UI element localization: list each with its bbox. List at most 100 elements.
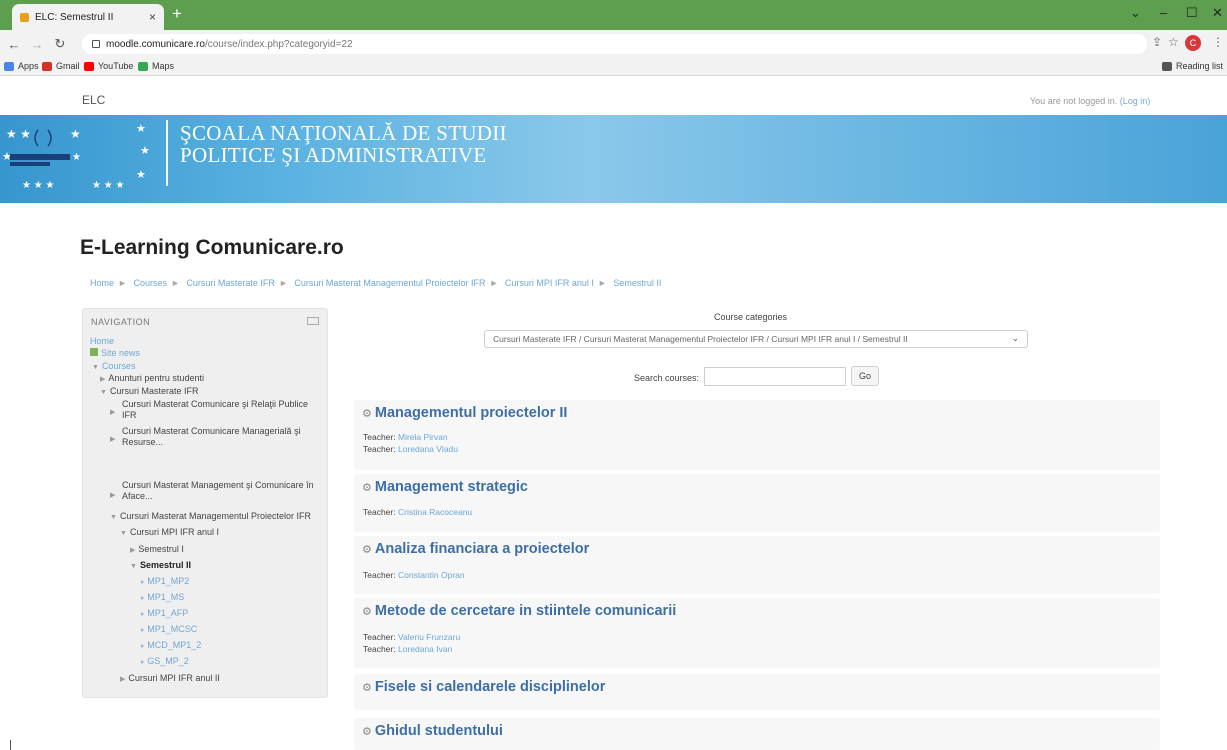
page-title: E-Learning Comunicare.ro (80, 236, 344, 259)
bookmark-star-icon[interactable]: ☆ (1168, 35, 1179, 49)
course-bullet-icon: ● (140, 595, 145, 602)
course-bullet-icon: ● (140, 627, 145, 634)
login-info: You are not logged in. (Log in) (1030, 96, 1151, 106)
address-bar[interactable]: moodle.comunicare.ro/course/index.php?ca… (82, 34, 1147, 54)
course-info-icon: ⚙ (362, 726, 372, 738)
course-bullet-icon: ● (140, 659, 145, 666)
expanded-icon: ▼ (110, 514, 117, 521)
course-title-link[interactable]: ⚙ Metode de cercetare in stiintele comuni… (362, 603, 676, 619)
collapsed-icon: ▶ (130, 547, 136, 554)
search-courses-input[interactable] (704, 367, 846, 386)
teacher-link[interactable]: Cristina Racoceanu (398, 507, 472, 517)
profile-avatar[interactable]: C (1185, 35, 1201, 51)
share-icon[interactable]: ⇪ (1152, 35, 1162, 49)
browser-tab[interactable]: ELC: Semestrul II × (12, 4, 164, 30)
course-box: ⚙ Managementul proiectelor II Teacher: Mi… (354, 400, 1160, 470)
course-categories-select[interactable]: Cursuri Masterate IFR / Cursuri Masterat… (484, 330, 1028, 348)
course-title-link[interactable]: ⚙ Fisele si calendarele disciplinelor (362, 679, 605, 695)
teacher-link[interactable]: Loredana Ivan (398, 644, 452, 654)
url-host: moodle.comunicare.ro (106, 38, 205, 50)
svg-text:★: ★ (140, 145, 150, 157)
nav-course-item[interactable]: ● MP1_AFP (140, 608, 188, 620)
course-info-icon: ⚙ (362, 682, 372, 694)
close-tab-icon[interactable]: × (149, 10, 156, 24)
nav-mca[interactable]: Cursuri Masterat Management şi Comunicar… (122, 480, 314, 502)
menu-kebab-icon[interactable]: ⋮ (1212, 35, 1224, 49)
course-box: ⚙ Ghidul studentului (354, 718, 1160, 750)
course-title-link[interactable]: ⚙ Ghidul studentului (362, 723, 503, 739)
course-teacher: Teacher: Loredana Vladu (363, 444, 459, 454)
course-bullet-icon: ● (140, 611, 145, 618)
course-info-icon: ⚙ (362, 408, 372, 420)
bookmark-maps[interactable]: Maps (138, 61, 174, 71)
bookmark-youtube[interactable]: YouTube (84, 61, 133, 71)
nav-course-item[interactable]: ● MCD_MP1_2 (140, 640, 201, 652)
breadcrumb-courses[interactable]: Courses (133, 278, 167, 288)
back-icon[interactable]: ← (5, 37, 23, 52)
teacher-link[interactable]: Valeriu Frunzaru (398, 632, 460, 642)
nav-course-item[interactable]: ● GS_MP_2 (140, 656, 189, 668)
course-teacher: Teacher: Valeriu Frunzaru (363, 632, 461, 642)
minimize-icon[interactable]: – (1160, 6, 1167, 20)
reload-icon[interactable]: ↻ (51, 36, 69, 52)
reading-list[interactable]: Reading list (1162, 61, 1223, 71)
login-link[interactable]: (Log in) (1120, 96, 1151, 106)
reading-list-icon (1162, 61, 1172, 71)
nav-home[interactable]: Home (90, 336, 114, 347)
nav-course-item[interactable]: ● MP1_MCSC (140, 624, 197, 636)
breadcrumb-masterate[interactable]: Cursuri Masterate IFR (186, 278, 275, 288)
nav-mpi-anul1[interactable]: ▼ Cursuri MPI IFR anul I (120, 527, 219, 539)
teacher-link[interactable]: Mirela Pirvan (398, 432, 448, 442)
bookmark-apps[interactable]: Apps (4, 61, 39, 71)
course-bullet-icon: ● (140, 579, 145, 586)
course-box: ⚙ Management strategic Teacher: Cristina … (354, 474, 1160, 532)
site-shortname[interactable]: ELC (82, 93, 105, 107)
nav-site-news[interactable]: Site news (90, 348, 140, 359)
navigation-block: NAVIGATION Home Site news ▼ Courses ▶ Anun… (82, 308, 328, 698)
nav-sem2[interactable]: ▼ Semestrul II (130, 560, 191, 572)
course-info-icon: ⚙ (362, 482, 372, 494)
favicon-icon (20, 12, 29, 22)
nav-sem1[interactable]: ▶ Semestrul I (130, 544, 184, 556)
course-teacher: Teacher: Loredana Ivan (363, 644, 453, 654)
course-title-link[interactable]: ⚙ Management strategic (362, 479, 528, 495)
navigation-heading: NAVIGATION (91, 317, 151, 327)
course-categories-label: Course categories (714, 312, 788, 322)
nav-mpi-anul2[interactable]: ▶ Cursuri MPI IFR anul II (120, 673, 220, 685)
course-bullet-icon: ● (140, 643, 145, 650)
browser-toolbar: ← → ↻ moodle.comunicare.ro/course/index.… (0, 30, 1227, 58)
teacher-link[interactable]: Loredana Vladu (398, 444, 458, 454)
svg-text:★ ★: ★ ★ (6, 127, 31, 141)
breadcrumb-anul1[interactable]: Cursuri MPI IFR anul I (505, 278, 594, 288)
nav-course-item[interactable]: ● MP1_MP2 (140, 576, 189, 588)
nav-masterate[interactable]: ▼ Cursuri Masterate IFR (100, 386, 198, 398)
course-info-icon: ⚙ (362, 544, 372, 556)
nav-anunturi[interactable]: ▶ Anunturi pentru studenti (100, 373, 204, 385)
close-window-icon[interactable]: ✕ (1212, 6, 1223, 20)
forward-icon[interactable]: → (28, 37, 46, 52)
breadcrumb-semestrul2[interactable]: Semestrul II (613, 278, 661, 288)
youtube-icon (84, 61, 94, 71)
dock-block-icon[interactable] (307, 317, 319, 325)
maximize-icon[interactable]: ☐ (1186, 6, 1198, 20)
nav-course-item[interactable]: ● MP1_MS (140, 592, 184, 604)
breadcrumb-home[interactable]: Home (90, 278, 114, 288)
collapsed-icon: ▶ (120, 676, 126, 683)
bookmark-gmail[interactable]: Gmail (42, 61, 80, 71)
new-tab-button[interactable]: + (172, 5, 182, 23)
nav-cmr[interactable]: Cursuri Masterat Comunicare Managerială … (122, 426, 301, 448)
svg-text:★ ★ ★: ★ ★ ★ (22, 180, 54, 191)
news-icon (90, 348, 98, 356)
go-button[interactable]: Go (851, 366, 879, 386)
nav-courses[interactable]: ▼ Courses (92, 361, 135, 373)
nav-crp[interactable]: Cursuri Masterat Comunicare şi Relaţii P… (122, 399, 308, 421)
tab-search-icon[interactable]: ⌄ (1130, 6, 1141, 20)
teacher-link[interactable]: Constantin Opran (398, 570, 465, 580)
nav-mpi[interactable]: ▼ Cursuri Masterat Managementul Proiectel… (110, 511, 311, 523)
banner-divider (166, 120, 168, 186)
text-cursor (10, 740, 11, 750)
course-title-link[interactable]: ⚙ Analiza financiara a proiectelor (362, 541, 589, 557)
breadcrumb-mpi[interactable]: Cursuri Masterat Managementul Proiectelo… (294, 278, 485, 288)
course-title-link[interactable]: ⚙ Managementul proiectelor II (362, 405, 567, 421)
course-box: ⚙ Fisele si calendarele disciplinelor (354, 674, 1160, 710)
